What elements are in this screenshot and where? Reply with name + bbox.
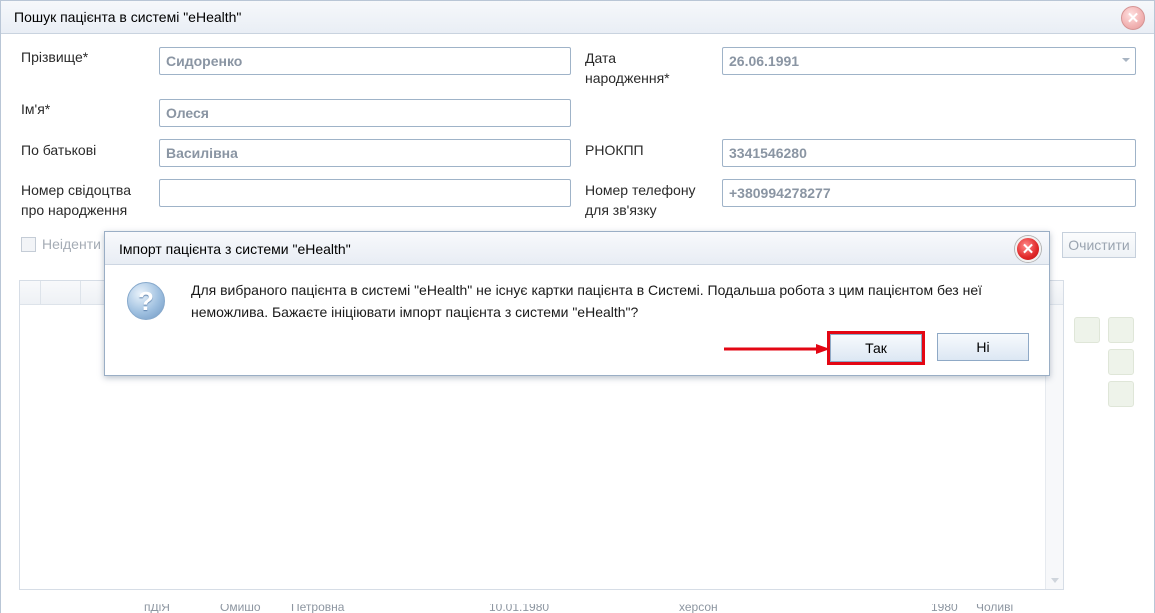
surname-label: Прізвище* <box>21 49 89 65</box>
birth-certificate-field[interactable] <box>159 179 571 207</box>
window-close-icon[interactable]: ✕ <box>1121 6 1145 30</box>
surname-field[interactable]: Сидоренко <box>159 47 571 75</box>
patronymic-field[interactable]: Василівна <box>159 139 571 167</box>
yes-button-highlight: Так <box>827 331 925 365</box>
rnokpp-label: РНОКПП <box>585 142 644 158</box>
unidentified-checkbox[interactable] <box>21 236 36 252</box>
phone-field[interactable]: +380994278277 <box>722 179 1136 207</box>
birth-date-value: 26.06.1991 <box>729 53 800 69</box>
patronymic-label: По батькові <box>21 142 97 158</box>
grid-column-separator <box>40 281 41 305</box>
folder-icon[interactable] <box>1074 317 1100 343</box>
footer-fragment: Омишо <box>220 604 261 613</box>
phone-label-line2: для зв'язку <box>585 202 657 218</box>
unidentified-checkbox-row[interactable]: Неіденти <box>21 236 101 252</box>
clear-button[interactable]: Очистити <box>1062 232 1136 258</box>
flag-icon[interactable] <box>1108 381 1134 407</box>
birth-date-field[interactable]: 26.06.1991 <box>722 47 1136 75</box>
grid-footer-fragments: пДіЯ Омишо Петровна 10.01.1980 херсон 19… <box>1 604 1154 613</box>
birth-certificate-label-line2: про народження <box>21 202 128 218</box>
footer-fragment: херсон <box>679 604 718 613</box>
no-button[interactable]: Ні <box>937 333 1029 361</box>
window-titlebar: Пошук пацієнта в системі "eHealth" ✕ <box>1 1 1154 34</box>
birth-certificate-label-line1: Номер свідоцтва <box>21 182 131 198</box>
dialog-message: Для вибраного пацієнта в системі "eHealt… <box>191 279 1039 323</box>
import-dialog: Імпорт пацієнта з системи "eHealth" ✕ ? … <box>104 231 1050 376</box>
tools-icon[interactable] <box>1108 317 1134 343</box>
footer-fragment: пДіЯ <box>144 604 170 613</box>
dialog-message-line2: неможлива. Бажаєте ініціювати імпорт пац… <box>191 304 639 320</box>
red-arrow-annotation <box>724 344 830 354</box>
footer-fragment: 1980 <box>931 604 958 613</box>
dialog-title: Імпорт пацієнта з системи "eHealth" <box>119 241 351 257</box>
dialog-message-line1: Для вибраного пацієнта в системі "eHealt… <box>191 282 983 298</box>
footer-fragment: 10.01.1980 <box>489 604 550 613</box>
window-title: Пошук пацієнта в системі "eHealth" <box>14 9 242 25</box>
footer-fragment: Петровна <box>291 604 345 613</box>
yes-button[interactable]: Так <box>830 334 922 362</box>
rnokpp-field[interactable]: 3341546280 <box>722 139 1136 167</box>
link-icon[interactable] <box>1108 349 1134 375</box>
scroll-down-icon[interactable] <box>1051 578 1059 583</box>
question-icon: ? <box>127 282 165 320</box>
footer-fragment: Чоливі <box>976 604 1014 613</box>
phone-label-line1: Номер телефону <box>585 182 696 198</box>
birth-date-label-line2: народження* <box>585 70 670 86</box>
unidentified-checkbox-label: Неіденти <box>42 236 101 252</box>
chevron-down-icon[interactable] <box>1122 58 1130 62</box>
first-name-label: Ім'я* <box>21 101 51 117</box>
dialog-titlebar: Імпорт пацієнта з системи "eHealth" ✕ <box>105 232 1049 265</box>
grid-column-separator <box>80 281 81 305</box>
birth-date-label-line1: Дата <box>585 50 617 66</box>
dialog-close-icon[interactable]: ✕ <box>1015 236 1041 262</box>
first-name-field[interactable]: Олеся <box>159 99 571 127</box>
